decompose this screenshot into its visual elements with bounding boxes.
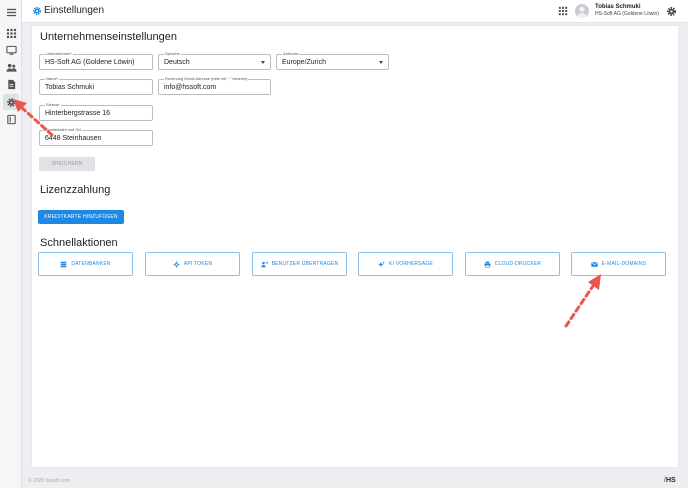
arrow-head-email-domains (588, 274, 601, 290)
arrow-to-settings (18, 104, 54, 137)
arrow-to-email-domains (564, 281, 597, 328)
annotation-arrows (13, 99, 601, 328)
